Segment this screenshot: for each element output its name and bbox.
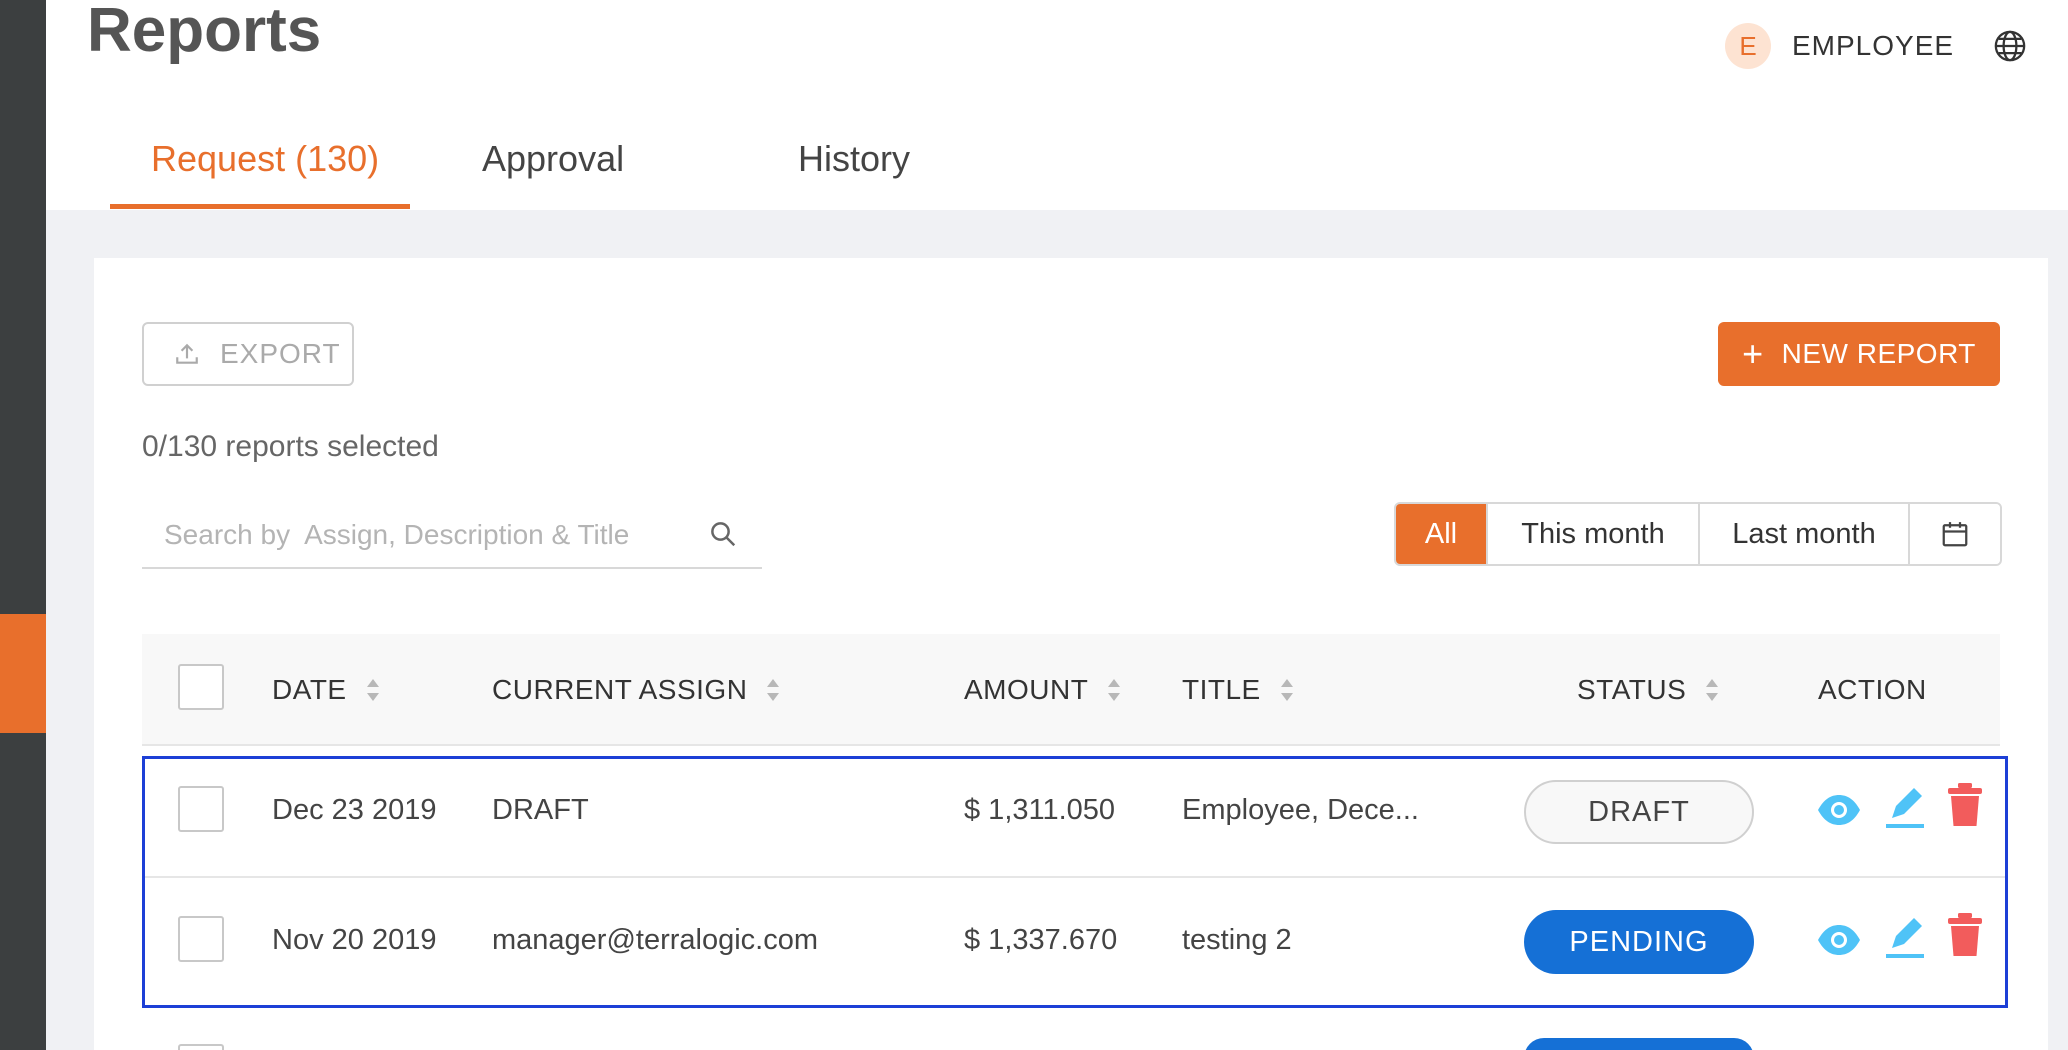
column-header-current-assign[interactable]: CURRENT ASSIGN [492, 674, 781, 706]
selection-count: 0/130 reports selected [142, 430, 439, 463]
page-title: Reports [87, 0, 322, 65]
globe-icon[interactable] [1993, 29, 2027, 63]
column-header-title[interactable]: TITLE [1182, 674, 1295, 706]
new-report-button[interactable]: + NEW REPORT [1718, 322, 2000, 386]
search-field [142, 505, 762, 569]
table-header: DATE CURRENT ASSIGN AMOUNT TITLE STATUS … [142, 634, 2000, 746]
avatar: E [1725, 23, 1771, 69]
selection-highlight [142, 756, 2008, 1008]
tab-approval[interactable]: Approval [482, 138, 624, 180]
export-label: EXPORT [220, 338, 341, 369]
tab-history[interactable]: History [798, 138, 910, 180]
select-all-checkbox[interactable] [178, 664, 224, 710]
tab-request[interactable]: Request (130) [151, 138, 379, 180]
user-role-label: EMPLOYEE [1792, 30, 1955, 61]
plus-icon: + [1742, 333, 1764, 374]
calendar-button[interactable] [1910, 504, 2000, 564]
search-icon[interactable] [708, 519, 738, 549]
filter-all-button[interactable]: All [1396, 504, 1488, 564]
sort-icon [1280, 679, 1293, 701]
new-report-label: NEW REPORT [1781, 338, 1976, 369]
sort-icon [767, 679, 780, 701]
row-checkbox[interactable] [178, 1044, 224, 1050]
column-header-amount[interactable]: AMOUNT [964, 674, 1122, 706]
calendar-icon [1942, 522, 1968, 547]
column-header-status[interactable]: STATUS [1577, 674, 1720, 706]
date-filter-group: All This month Last month [1394, 502, 2002, 566]
upload-icon [176, 343, 198, 364]
sort-icon [1706, 679, 1719, 701]
sort-icon [1108, 679, 1121, 701]
sidebar [0, 0, 46, 1050]
user-menu[interactable]: E EMPLOYEE [1725, 23, 1954, 69]
column-header-date[interactable]: DATE [272, 674, 381, 706]
export-button[interactable]: EXPORT [142, 322, 354, 386]
sidebar-active-indicator[interactable] [0, 614, 46, 733]
search-input[interactable] [142, 505, 702, 565]
sort-icon [366, 679, 379, 701]
filter-last-month-button[interactable]: Last month [1700, 504, 1910, 564]
column-header-action: ACTION [1818, 674, 1927, 705]
active-tab-indicator [110, 204, 410, 209]
filter-this-month-button[interactable]: This month [1488, 504, 1700, 564]
status-badge [1524, 1038, 1754, 1050]
